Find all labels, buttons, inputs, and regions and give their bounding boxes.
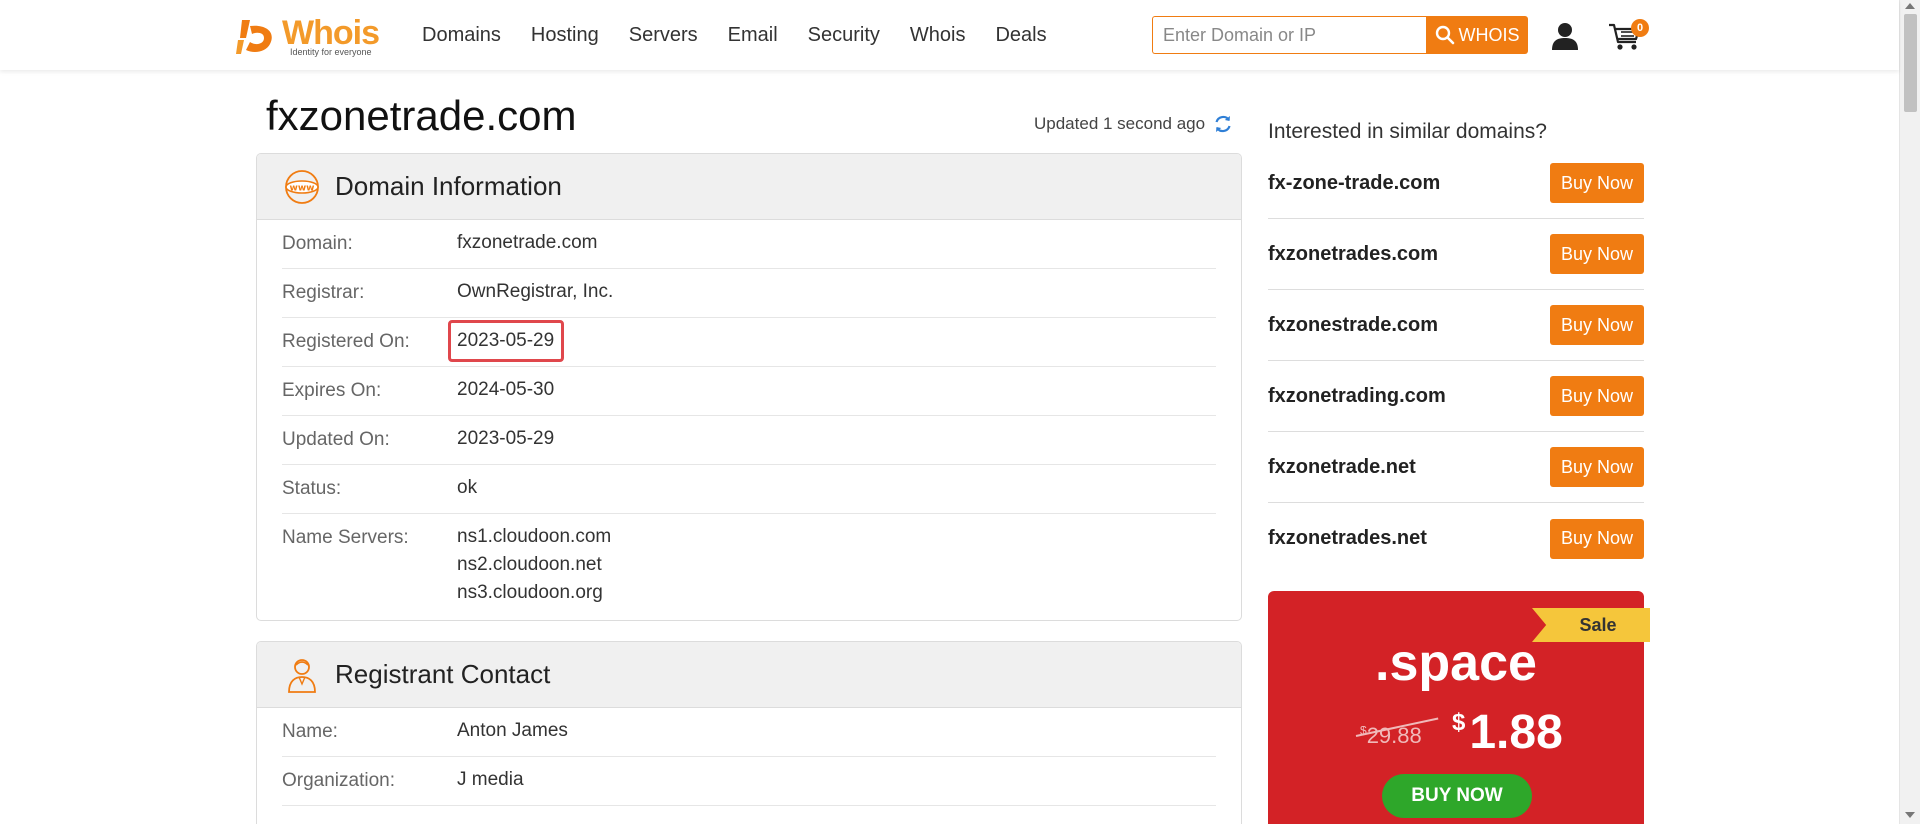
www-globe-icon: www bbox=[285, 169, 319, 204]
user-account-icon[interactable] bbox=[1552, 22, 1578, 50]
registrant-contact-card: Registrant Contact Name: Anton James Org… bbox=[256, 641, 1242, 824]
registrant-contact-title: Registrant Contact bbox=[335, 659, 551, 689]
nav-domains[interactable]: Domains bbox=[422, 24, 501, 47]
promo-tld: .space bbox=[1375, 634, 1537, 692]
domain-information-title: Domain Information bbox=[335, 171, 562, 201]
info-row-status: Status: ok bbox=[282, 465, 1216, 514]
suggestion-item: fxzonetrading.com Buy Now bbox=[1268, 361, 1644, 432]
name-server: ns2.cloudoon.net bbox=[457, 554, 602, 575]
domain-information-card: www Domain Information Domain: fxzonetra… bbox=[256, 153, 1242, 621]
whois-search-button[interactable]: WHOIS bbox=[1426, 16, 1528, 54]
row-value: Anton James bbox=[457, 720, 568, 741]
buy-now-button[interactable]: Buy Now bbox=[1550, 447, 1644, 487]
info-row-name-servers: Name Servers: ns1.cloudoon.com ns2.cloud… bbox=[282, 514, 1216, 607]
row-value: 2023-05-29 bbox=[448, 320, 565, 366]
suggested-domain[interactable]: fxzonetrading.com bbox=[1268, 385, 1446, 408]
page-title: fxzonetrade.com bbox=[266, 92, 577, 139]
buy-now-button[interactable]: Buy Now bbox=[1550, 305, 1644, 345]
suggested-domain[interactable]: fxzonetrade.net bbox=[1268, 456, 1416, 479]
row-label: Updated On: bbox=[282, 429, 390, 450]
logo-mark-icon bbox=[236, 20, 272, 54]
suggestion-item: fxzonetrade.net Buy Now bbox=[1268, 432, 1644, 503]
person-contact-icon bbox=[288, 658, 316, 693]
buy-now-button[interactable]: Buy Now bbox=[1550, 518, 1644, 559]
row-value: ns1.cloudoon.com ns2.cloudoon.net ns3.cl… bbox=[457, 523, 611, 607]
row-label: Organization: bbox=[282, 770, 396, 791]
info-row-registered-on: Registered On: 2023-05-29 bbox=[282, 318, 1216, 367]
row-label: Status: bbox=[282, 478, 342, 499]
info-row-expires-on: Expires On: 2024-05-30 bbox=[282, 367, 1216, 416]
search-icon bbox=[1435, 25, 1454, 45]
buy-now-button[interactable]: Buy Now bbox=[1550, 163, 1644, 203]
page-scrollbar[interactable] bbox=[1899, 0, 1920, 824]
suggestion-item: fxzonetrades.com Buy Now bbox=[1268, 219, 1644, 290]
info-row-registrar: Registrar: OwnRegistrar, Inc. bbox=[282, 269, 1216, 318]
suggestion-item: fxzonestrade.com Buy Now bbox=[1268, 290, 1644, 361]
row-label: Domain: bbox=[282, 233, 353, 254]
highlighted-registration-date: 2023-05-29 bbox=[448, 320, 565, 362]
row-label: Expires On: bbox=[282, 380, 382, 401]
nav-whois[interactable]: Whois bbox=[910, 24, 966, 47]
domain-search: WHOIS bbox=[1152, 16, 1528, 54]
row-value: fxzonetrade.com bbox=[457, 232, 598, 253]
row-label: Name: bbox=[282, 721, 338, 742]
refresh-icon[interactable] bbox=[1213, 114, 1233, 134]
registrant-contact-rows: Name: Anton James Organization: J media bbox=[257, 708, 1241, 806]
nav-servers[interactable]: Servers bbox=[629, 24, 698, 47]
row-value: OwnRegistrar, Inc. bbox=[457, 281, 614, 302]
row-value: J media bbox=[457, 769, 524, 790]
scroll-up-arrow-icon[interactable] bbox=[1905, 3, 1915, 9]
new-price: $1.88 bbox=[1452, 705, 1563, 760]
updated-text: Updated 1 second ago bbox=[1034, 114, 1206, 133]
name-server: ns1.cloudoon.com bbox=[457, 526, 612, 547]
promo-buy-now-button[interactable]: BUY NOW bbox=[1382, 774, 1532, 818]
row-label: Name Servers: bbox=[282, 527, 409, 548]
cart-count-badge: 0 bbox=[1631, 19, 1649, 37]
site-header: Whois Identity for everyone Domains Host… bbox=[0, 0, 1899, 70]
domain-information-rows: Domain: fxzonetrade.com Registrar: OwnRe… bbox=[257, 220, 1241, 607]
scroll-down-arrow-icon[interactable] bbox=[1905, 812, 1915, 818]
nav-email[interactable]: Email bbox=[728, 24, 778, 47]
row-value: ok bbox=[457, 477, 478, 498]
row-label: Registrar: bbox=[282, 282, 365, 303]
contact-row-name: Name: Anton James bbox=[282, 708, 1216, 757]
row-value: 2024-05-30 bbox=[457, 379, 555, 400]
suggested-domain[interactable]: fxzonestrade.com bbox=[1268, 314, 1438, 337]
nav-hosting[interactable]: Hosting bbox=[531, 24, 599, 47]
domain-information-header: www Domain Information bbox=[257, 154, 1241, 220]
new-price-currency: $ bbox=[1452, 709, 1466, 736]
contact-row-organization: Organization: J media bbox=[282, 757, 1216, 806]
space-tld-promo[interactable]: Sale .space $29.88 $1.88 BUY NOW bbox=[1268, 591, 1650, 824]
last-updated: Updated 1 second ago bbox=[1034, 114, 1233, 134]
logo-tagline: Identity for everyone bbox=[290, 47, 372, 57]
whois-search-label: WHOIS bbox=[1458, 24, 1520, 45]
suggestion-item: fxzonetrades.net Buy Now bbox=[1268, 503, 1644, 574]
suggestion-item: fx-zone-trade.com Buy Now bbox=[1268, 148, 1644, 219]
row-label: Registered On: bbox=[282, 331, 410, 352]
suggested-domain[interactable]: fxzonetrades.com bbox=[1268, 243, 1438, 266]
buy-now-button[interactable]: Buy Now bbox=[1550, 376, 1644, 416]
registrant-contact-header: Registrant Contact bbox=[257, 642, 1241, 708]
nav-deals[interactable]: Deals bbox=[995, 24, 1046, 47]
suggested-domain[interactable]: fx-zone-trade.com bbox=[1268, 172, 1440, 195]
suggested-domain[interactable]: fxzonetrades.net bbox=[1268, 527, 1427, 550]
similar-domains-title: Interested in similar domains? bbox=[1268, 120, 1547, 143]
domain-search-input[interactable] bbox=[1152, 16, 1426, 54]
svg-text:www: www bbox=[290, 183, 315, 193]
new-price-amount: 1.88 bbox=[1469, 706, 1563, 759]
main-nav: Domains Hosting Servers Email Security W… bbox=[422, 0, 1077, 70]
name-server: ns3.cloudoon.org bbox=[457, 582, 603, 603]
info-row-domain: Domain: fxzonetrade.com bbox=[282, 220, 1216, 269]
nav-security[interactable]: Security bbox=[808, 24, 880, 47]
buy-now-button[interactable]: Buy Now bbox=[1550, 234, 1644, 274]
row-value: 2023-05-29 bbox=[457, 428, 555, 449]
whois-logo[interactable]: Whois Identity for everyone bbox=[236, 14, 388, 58]
scrollbar-thumb[interactable] bbox=[1904, 14, 1917, 112]
info-row-updated-on: Updated On: 2023-05-29 bbox=[282, 416, 1216, 465]
